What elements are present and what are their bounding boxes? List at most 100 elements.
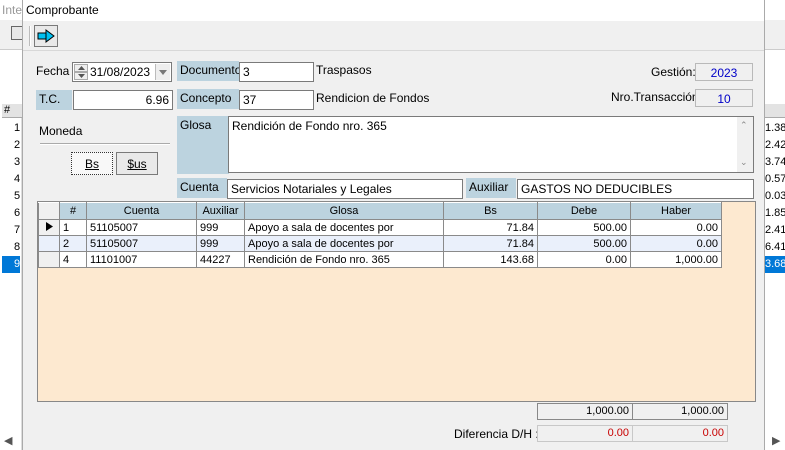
moneda-separator [40, 143, 170, 145]
cell-bs[interactable]: 71.84 [443, 235, 538, 252]
cell-number[interactable]: 2 [59, 235, 87, 252]
background-list-value[interactable]: 0.03 [765, 188, 785, 205]
documento-type: Traspasos [316, 63, 372, 77]
spin-down-icon[interactable] [74, 72, 88, 80]
background-list-value[interactable]: 3.68 [765, 256, 785, 273]
cuenta-label: Cuenta [177, 178, 227, 198]
cell-glosa[interactable]: Rendición de Fondo nro. 365 [244, 251, 444, 268]
total-debe: 1,000.00 [537, 403, 633, 420]
glosa-textarea[interactable]: Rendición de Fondo nro. 365 ⌃ ⌄ [228, 116, 754, 173]
cell-haber[interactable]: 0.00 [630, 235, 722, 252]
dialog-toolbar [23, 21, 764, 51]
background-scroll-right-icon[interactable]: ▶ [772, 434, 780, 447]
background-list-item[interactable]: 1 [2, 120, 20, 137]
comprobante-dialog: Comprobante Fecha 31/08/2023 T.C. 6.96 D… [22, 0, 765, 450]
background-right-header [765, 104, 785, 118]
tc-label: T.C. [36, 90, 72, 110]
table-row[interactable]: 2 51105007 999 Apoyo a sala de docentes … [38, 235, 722, 252]
nro-transaccion-field: 10 [695, 89, 753, 107]
concepto-field[interactable]: 37 [239, 90, 314, 110]
col-header-haber[interactable]: Haber [630, 202, 722, 220]
cell-auxiliar[interactable]: 44227 [196, 251, 245, 268]
cell-cuenta[interactable]: 51105007 [86, 235, 197, 252]
usd-currency-button[interactable]: $us [116, 152, 158, 175]
glosa-label: Glosa [177, 116, 229, 174]
background-list-item[interactable]: 3 [2, 154, 20, 171]
cell-cuenta[interactable]: 11101007 [86, 251, 197, 268]
background-scroll-left-icon[interactable]: ◀ [4, 434, 12, 447]
documento-field[interactable]: 3 [239, 62, 314, 82]
col-header-cuenta[interactable]: Cuenta [86, 202, 197, 220]
background-list-item[interactable]: 8 [2, 239, 20, 256]
fecha-label: Fecha [36, 64, 70, 78]
scroll-down-icon[interactable]: ⌄ [740, 157, 748, 168]
background-list-value[interactable]: 1.85 [765, 205, 785, 222]
cuenta-field[interactable]: Servicios Notariales y Legales [227, 179, 463, 199]
background-window-title: Inte [2, 3, 23, 17]
diferencia-haber: 0.00 [632, 425, 728, 442]
total-haber: 1,000.00 [632, 403, 728, 420]
cell-cuenta[interactable]: 51105007 [86, 219, 197, 236]
arrow-right-icon [37, 29, 55, 43]
toolbar-separator [29, 26, 31, 46]
cell-auxiliar[interactable]: 999 [196, 219, 245, 236]
concepto-description: Rendicion de Fondos [316, 91, 430, 105]
row-indicator [38, 235, 60, 252]
scroll-up-icon[interactable]: ⌃ [740, 120, 748, 131]
fecha-value: 31/08/2023 [90, 65, 151, 79]
go-button[interactable] [34, 25, 58, 47]
cell-number[interactable]: 4 [59, 251, 87, 268]
cell-auxiliar[interactable]: 999 [196, 235, 245, 252]
cell-debe[interactable]: 0.00 [537, 251, 631, 268]
cell-debe[interactable]: 500.00 [537, 235, 631, 252]
fecha-spinner[interactable] [74, 64, 88, 80]
auxiliar-field[interactable]: GASTOS NO DEDUCIBLES [517, 179, 754, 199]
col-header-number[interactable]: # [59, 202, 87, 220]
background-list-item[interactable]: 9 [2, 256, 20, 273]
cell-number[interactable]: 1 [59, 219, 87, 236]
background-list-value[interactable]: 3.74 [765, 154, 785, 171]
concepto-label: Concepto [177, 89, 239, 109]
row-indicator-header [38, 202, 60, 220]
cell-glosa[interactable]: Apoyo a sala de docentes por [244, 235, 444, 252]
col-header-debe[interactable]: Debe [537, 202, 631, 220]
col-header-bs[interactable]: Bs [443, 202, 538, 220]
cell-haber[interactable]: 0.00 [630, 219, 722, 236]
background-list-value[interactable]: 2.42 [765, 137, 785, 154]
cell-bs[interactable]: 143.68 [443, 251, 538, 268]
col-header-glosa[interactable]: Glosa [244, 202, 444, 220]
row-indicator [38, 251, 60, 268]
background-list-item[interactable]: 2 [2, 137, 20, 154]
glosa-scrollbar[interactable]: ⌃ ⌄ [737, 117, 753, 172]
cell-haber[interactable]: 1,000.00 [630, 251, 722, 268]
usd-button-label: $us [127, 156, 147, 171]
table-row[interactable]: 4 11101007 44227 Rendición de Fondo nro.… [38, 251, 722, 268]
background-list-value[interactable]: 6.41 [765, 239, 785, 256]
table-row[interactable]: 1 51105007 999 Apoyo a sala de docentes … [38, 219, 722, 236]
auxiliar-label: Auxiliar [466, 178, 516, 198]
dialog-title: Comprobante [26, 3, 99, 17]
glosa-value: Rendición de Fondo nro. 365 [232, 119, 387, 133]
background-list-item[interactable]: 4 [2, 171, 20, 188]
background-list-item[interactable]: 7 [2, 222, 20, 239]
moneda-label: Moneda [39, 124, 83, 138]
cell-debe[interactable]: 500.00 [537, 219, 631, 236]
spin-up-icon[interactable] [74, 64, 88, 72]
gestion-field: 2023 [695, 63, 753, 81]
fecha-dropdown-icon[interactable] [155, 64, 170, 80]
background-list-value[interactable]: 2.41 [765, 222, 785, 239]
bs-currency-button[interactable]: Bs [71, 152, 113, 175]
background-left-header: # [2, 104, 22, 118]
cell-glosa[interactable]: Apoyo a sala de docentes por [244, 219, 444, 236]
background-list-value[interactable]: 1.38 [765, 120, 785, 137]
background-list-item[interactable]: 6 [2, 205, 20, 222]
asientos-grid[interactable]: # Cuenta Auxiliar Glosa Bs Debe Haber 1 … [37, 201, 756, 402]
tc-field[interactable]: 6.96 [73, 90, 173, 110]
col-header-auxiliar[interactable]: Auxiliar [196, 202, 245, 220]
background-list-item[interactable]: 5 [2, 188, 20, 205]
background-list-value[interactable]: 0.57 [765, 171, 785, 188]
fecha-datepicker[interactable]: 31/08/2023 [72, 62, 172, 82]
documento-label: Documento [177, 61, 241, 81]
gestion-label: Gestión: [651, 65, 696, 79]
cell-bs[interactable]: 71.84 [443, 219, 538, 236]
